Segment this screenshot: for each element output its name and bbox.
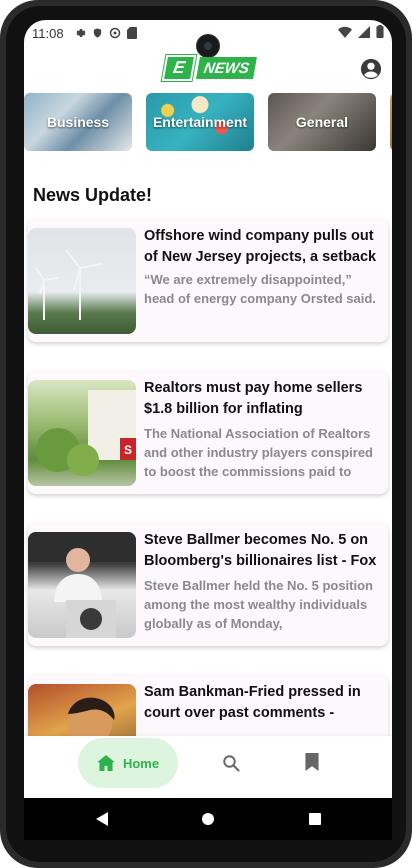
app-screen: 11:08 E NEWS Business Entertainment Gene… xyxy=(24,20,392,840)
svg-text:S: S xyxy=(124,443,132,457)
app-bar: E NEWS xyxy=(24,50,392,90)
article-thumbnail xyxy=(28,532,136,638)
search-icon[interactable] xyxy=(222,754,240,772)
wind-turbine-image xyxy=(35,249,103,320)
category-business[interactable]: Business xyxy=(24,93,132,151)
nav-home-label: Home xyxy=(122,755,160,771)
sold-sign-image: S xyxy=(36,390,136,476)
signal-icon xyxy=(358,25,370,38)
gear-icon xyxy=(76,29,86,37)
status-icons-left xyxy=(74,27,137,39)
logo-text: NEWS xyxy=(196,57,257,79)
article-card[interactable]: Offshore wind company pulls out of New J… xyxy=(28,218,388,342)
category-next-partial[interactable] xyxy=(390,93,392,151)
article-card[interactable]: S Realtors must pay home sellers $1.8 bi… xyxy=(28,370,388,494)
article-title: Sam Bankman-Fried pressed in court over … xyxy=(144,684,361,721)
article-thumbnail xyxy=(28,228,136,334)
wifi-icon xyxy=(338,26,352,38)
article-description: The National Association of Realtors and… xyxy=(144,426,373,479)
category-label: Entertainment xyxy=(152,114,248,130)
article-description: “We are extremely disappointed,” head of… xyxy=(144,272,376,306)
account-circle-icon[interactable] xyxy=(360,58,382,80)
bottom-navigation-bar: Home xyxy=(24,736,392,798)
app-logo: E NEWS xyxy=(161,55,257,81)
logo-letter: E xyxy=(161,55,197,81)
article-description: Steve Ballmer held the No. 5 position am… xyxy=(144,578,373,631)
sd-card-icon xyxy=(126,27,137,39)
article-thumbnail: S xyxy=(28,380,136,486)
category-general[interactable]: General xyxy=(268,93,376,151)
article-card[interactable]: Steve Ballmer becomes No. 5 on Bloomberg… xyxy=(28,522,388,646)
category-label: General xyxy=(295,114,349,130)
article-title: Steve Ballmer becomes No. 5 on Bloomberg… xyxy=(144,532,377,569)
status-time: 11:08 xyxy=(32,25,64,41)
article-title: Offshore wind company pulls out of New J… xyxy=(144,228,377,265)
speaker-podium-image xyxy=(28,532,136,638)
section-title: News Update! xyxy=(33,185,153,205)
system-home-icon[interactable] xyxy=(202,813,214,825)
status-icons-right xyxy=(338,25,384,38)
shield-icon xyxy=(93,28,101,38)
system-navigation-bar xyxy=(24,798,392,840)
category-label: Business xyxy=(46,114,110,130)
recent-apps-icon[interactable] xyxy=(309,813,321,825)
category-entertainment[interactable]: Entertainment xyxy=(146,93,254,151)
category-carousel[interactable]: Business Entertainment General xyxy=(24,93,392,153)
nav-home-button[interactable]: Home xyxy=(78,738,178,788)
home-icon xyxy=(97,755,115,771)
bookmark-icon[interactable] xyxy=(305,753,319,771)
battery-icon xyxy=(376,25,384,38)
article-title: Realtors must pay home sellers $1.8 bill… xyxy=(144,380,363,417)
sync-icon xyxy=(109,27,120,39)
back-icon[interactable] xyxy=(96,812,108,826)
